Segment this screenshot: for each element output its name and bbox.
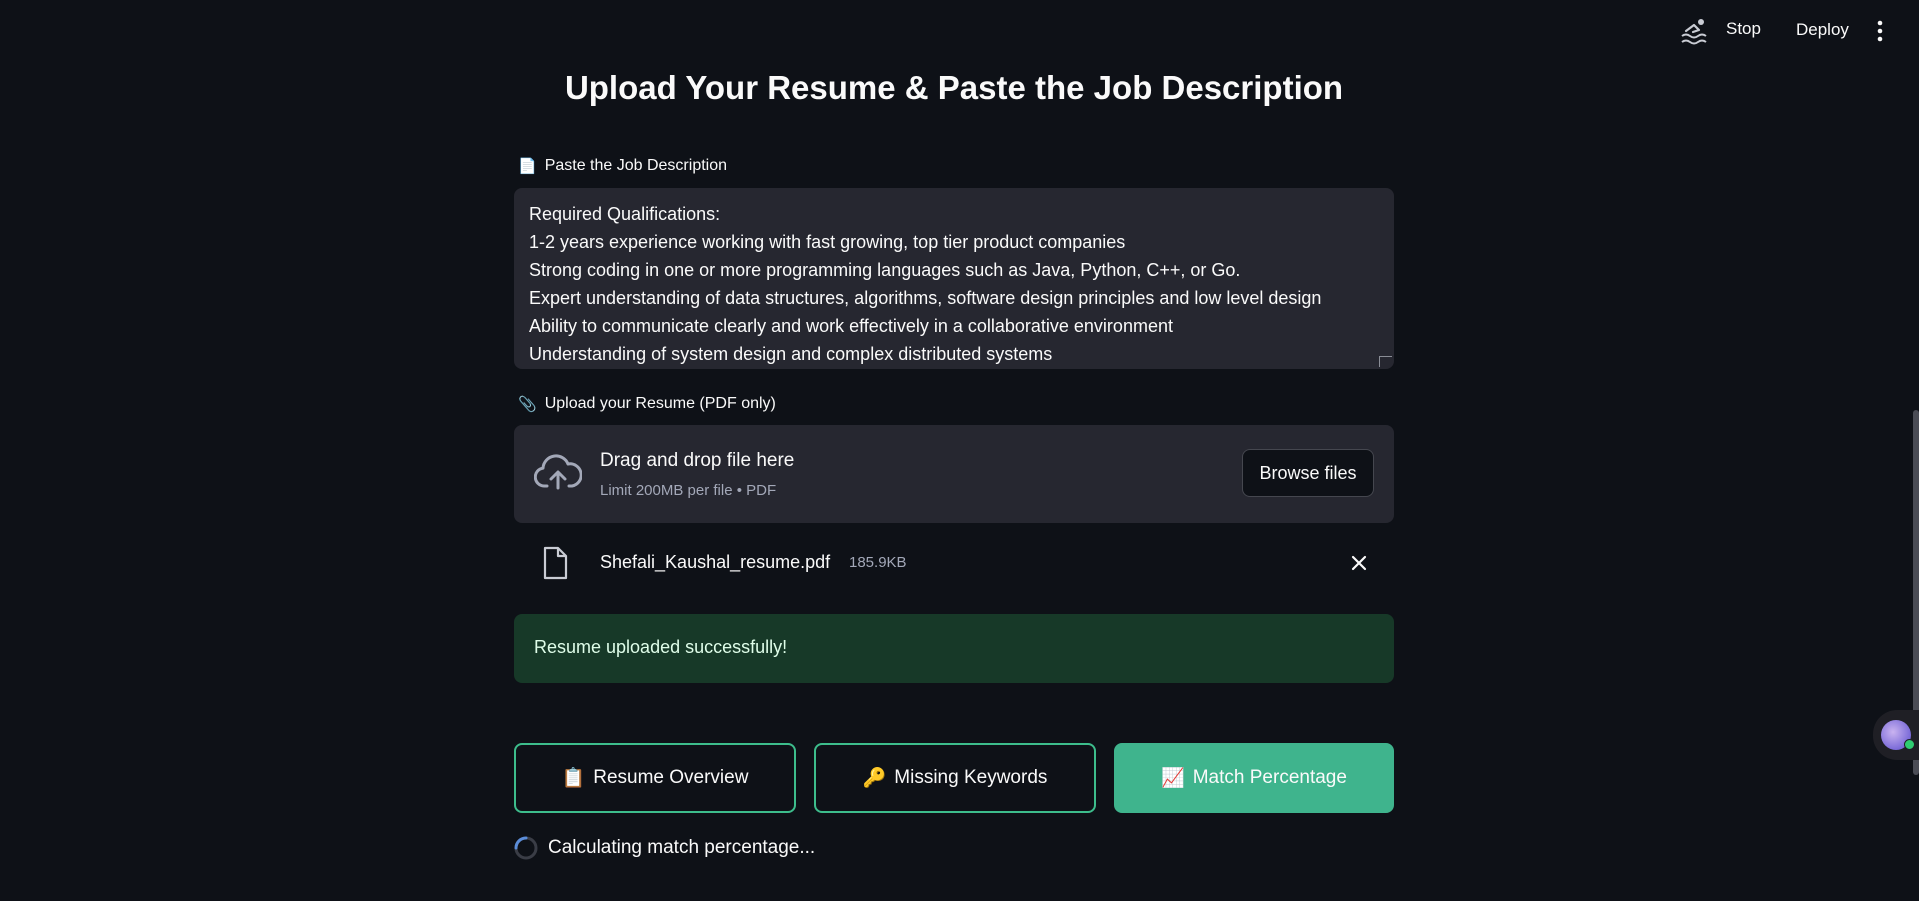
key-icon: 🔑 <box>862 768 887 789</box>
chart-increasing-icon: 📈 <box>1161 768 1185 789</box>
missing-keywords-label: Missing Keywords <box>894 767 1048 788</box>
job-description-line: Required Qualifications: <box>529 204 721 224</box>
job-description-label: 📄 Paste the Job Description <box>518 157 727 175</box>
file-dropzone[interactable]: Drag and drop file here Limit 200MB per … <box>514 425 1394 523</box>
online-status-dot <box>1904 739 1915 750</box>
deploy-button[interactable]: Deploy <box>1796 20 1849 40</box>
resize-handle[interactable] <box>1379 356 1392 367</box>
job-description-label-text: Paste the Job Description <box>544 157 728 174</box>
job-description-line: Expert understanding of data structures,… <box>529 288 1322 308</box>
uploaded-file-name: Shefali_Kaushal_resume.pdf <box>600 552 831 572</box>
assistant-avatar[interactable] <box>1873 710 1919 760</box>
uploaded-file-size: 185.9KB <box>849 554 907 571</box>
cloud-upload-icon <box>534 454 582 490</box>
spinner-icon <box>514 836 538 860</box>
success-alert: Resume uploaded successfully! <box>514 614 1394 683</box>
browse-files-button[interactable]: Browse files <box>1242 449 1374 497</box>
resume-upload-label-text: Upload your Resume (PDF only) <box>544 395 776 412</box>
clipboard-icon: 📋 <box>561 768 586 789</box>
job-description-line: Strong coding in one or more programming… <box>529 260 1241 280</box>
match-percentage-button[interactable]: 📈 Match Percentage <box>1114 743 1394 813</box>
top-toolbar: Stop Deploy <box>0 0 1919 60</box>
loading-status: Calculating match percentage... <box>514 836 815 860</box>
page-title: Upload Your Resume & Paste the Job Descr… <box>564 69 1344 106</box>
more-vertical-icon[interactable] <box>1874 20 1886 42</box>
dropzone-subtitle: Limit 200MB per file • PDF <box>600 482 777 499</box>
job-description-line: Understanding of system design and compl… <box>529 344 1053 364</box>
resume-overview-label: Resume Overview <box>593 767 749 788</box>
job-description-line: Ability to communicate clearly and work … <box>529 316 1173 336</box>
match-percentage-label: Match Percentage <box>1192 767 1347 788</box>
job-description-textarea[interactable]: Required Qualifications: 1-2 years exper… <box>514 188 1394 369</box>
missing-keywords-button[interactable]: 🔑 Missing Keywords <box>814 743 1096 813</box>
uploaded-file-row: Shefali_Kaushal_resume.pdf 185.9KB <box>514 540 1394 590</box>
close-icon[interactable] <box>1348 552 1370 574</box>
running-status-icon <box>1681 19 1707 45</box>
stop-button[interactable]: Stop <box>1726 19 1761 39</box>
file-icon <box>543 546 568 580</box>
resume-upload-label: 📎 Upload your Resume (PDF only) <box>518 395 776 413</box>
paperclip-icon: 📎 <box>518 396 537 413</box>
page-facing-up-icon: 📄 <box>518 158 537 175</box>
resume-overview-button[interactable]: 📋 Resume Overview <box>514 743 796 813</box>
dropzone-title: Drag and drop file here <box>600 450 795 471</box>
job-description-line: 1-2 years experience working with fast g… <box>529 232 1126 252</box>
spinner-text: Calculating match percentage... <box>548 837 816 858</box>
